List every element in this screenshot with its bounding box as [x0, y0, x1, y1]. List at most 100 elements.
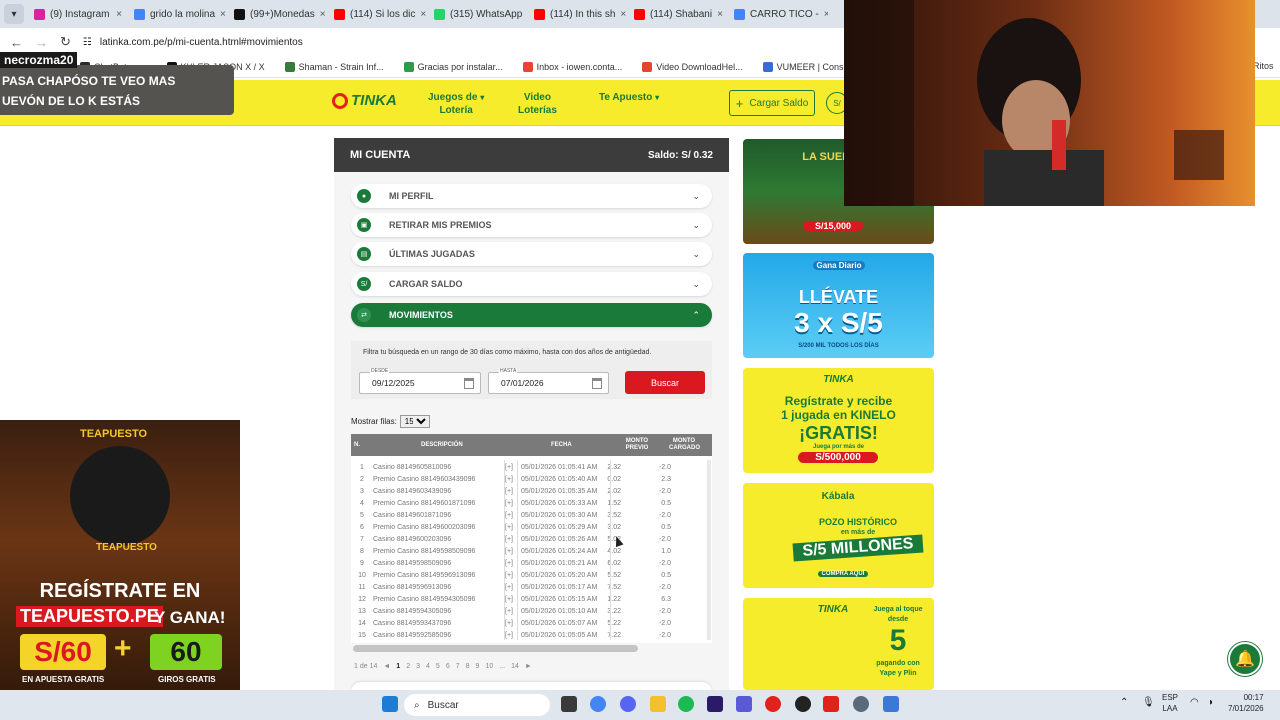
- snipping-icon[interactable]: [883, 696, 899, 712]
- folder-icon[interactable]: [650, 696, 666, 712]
- pager-page[interactable]: 10: [485, 663, 493, 670]
- section-cargar-saldo[interactable]: S/CARGAR SALDO ⌄: [351, 272, 712, 296]
- pager-page[interactable]: 7: [456, 663, 460, 670]
- chrome-icon[interactable]: [590, 696, 606, 712]
- browser-tab[interactable]: (114) Si los dic ×: [328, 2, 428, 26]
- settings-icon[interactable]: [853, 696, 869, 712]
- notification-bell-button[interactable]: 🔔: [1228, 642, 1262, 676]
- table-vertical-scrollbar[interactable]: [707, 460, 711, 640]
- browser-tab[interactable]: (9) Instagram ×: [28, 2, 128, 26]
- premiere-icon[interactable]: [707, 696, 723, 712]
- teams-icon[interactable]: [736, 696, 752, 712]
- obs-icon[interactable]: [795, 696, 811, 712]
- cell-plus[interactable]: [+]: [505, 464, 513, 471]
- cell-plus[interactable]: [+]: [505, 548, 513, 555]
- wifi-icon[interactable]: ◠: [1190, 697, 1199, 708]
- pager-page[interactable]: 6: [446, 663, 450, 670]
- tab-search-button[interactable]: ▾: [4, 4, 24, 24]
- close-tab-icon[interactable]: ×: [420, 9, 426, 20]
- taskbar-search[interactable]: ⌕ Buscar: [404, 694, 550, 716]
- ad-banner-gana-diario[interactable]: Gana Diario LLÉVATE 3 x S/5 S/200 MIL TO…: [743, 253, 934, 358]
- section-ultimas-jugadas[interactable]: ▤ ÚLTIMAS JUGADAS ⌄: [351, 242, 712, 266]
- close-tab-icon[interactable]: ×: [824, 9, 828, 20]
- back-icon[interactable]: ←: [10, 35, 23, 50]
- spotify-icon[interactable]: [678, 696, 694, 712]
- teapuesto-ad-banner[interactable]: TEAPUESTO TEAPUESTO REGÍSTRATE EN TEAPUE…: [0, 420, 240, 720]
- browser-tab[interactable]: grido la molina ×: [128, 2, 228, 26]
- browser-tab[interactable]: CARRO TICO - ×: [728, 2, 828, 26]
- volume-icon[interactable]: ◗: [1208, 697, 1214, 708]
- app-t-icon[interactable]: [823, 696, 839, 712]
- forward-icon[interactable]: →: [35, 35, 48, 50]
- cell-plus[interactable]: [+]: [505, 632, 513, 639]
- cargar-saldo-button[interactable]: + Cargar Saldo: [729, 90, 815, 116]
- nav-video-loterias[interactable]: Video Loterías: [518, 91, 557, 117]
- cell-plus[interactable]: [+]: [505, 596, 513, 603]
- close-tab-icon[interactable]: ×: [620, 9, 626, 20]
- close-tab-icon[interactable]: ×: [116, 9, 122, 20]
- bookmarks-overflow[interactable]: Ritos: [1253, 61, 1274, 71]
- ad-banner-yape-plin[interactable]: TINKA Juega al toque desde 5 pagando con…: [743, 598, 934, 690]
- calendar-icon[interactable]: [464, 378, 474, 389]
- pager-page[interactable]: 3: [416, 663, 420, 670]
- cell-plus[interactable]: [+]: [505, 536, 513, 543]
- nav-te-apuesto[interactable]: Te Apuesto ▾: [599, 91, 659, 104]
- microphone-icon[interactable]: 🎙: [1142, 697, 1155, 708]
- section-mi-perfil[interactable]: ● MI PERFIL ⌄: [351, 184, 712, 208]
- reload-icon[interactable]: ↻: [60, 34, 71, 50]
- calendar-icon[interactable]: [592, 378, 602, 389]
- taskbar-clock[interactable]: 00:17 7/01/2026: [1228, 692, 1264, 714]
- cell-plus[interactable]: [+]: [505, 608, 513, 615]
- bookmark-item[interactable]: Gracias por instalar...: [403, 61, 503, 72]
- windows-start-icon[interactable]: [382, 696, 398, 712]
- url-text[interactable]: latinka.com.pe/p/mi-cuenta.html#movimien…: [100, 37, 303, 48]
- hasta-date-field[interactable]: HASTA 07/01/2026: [488, 368, 609, 394]
- cell-plus[interactable]: [+]: [505, 512, 513, 519]
- cell-plus[interactable]: [+]: [505, 500, 513, 507]
- nav-juegos-loteria[interactable]: Juegos de ▾ Lotería: [428, 91, 484, 117]
- pager-page[interactable]: 8: [466, 663, 470, 670]
- tab-label: CARRO TICO -: [750, 8, 819, 20]
- pager-page[interactable]: 5: [436, 663, 440, 670]
- pager-last[interactable]: 14: [511, 663, 519, 670]
- section-retirar-premios[interactable]: ▣ RETIRAR MIS PREMIOS ⌄: [351, 213, 712, 237]
- cell-plus[interactable]: [+]: [505, 488, 513, 495]
- browser-tab[interactable]: (315) WhatsApp×: [428, 2, 528, 26]
- discord-icon[interactable]: [620, 696, 636, 712]
- buscar-button[interactable]: Buscar: [625, 371, 705, 394]
- cell-plus[interactable]: [+]: [505, 584, 513, 591]
- bookmark-item[interactable]: Inbox - iowen.conta...: [522, 61, 622, 72]
- browser-tab[interactable]: (114) Shabani ×: [628, 2, 728, 26]
- browser-tab[interactable]: (114) In this sh ×: [528, 2, 628, 26]
- file-explorer-icon[interactable]: [561, 696, 577, 712]
- language-indicator[interactable]: ESP LAA: [1162, 692, 1178, 714]
- opera-icon[interactable]: [765, 696, 781, 712]
- cell-plus[interactable]: [+]: [505, 572, 513, 579]
- cell-plus[interactable]: [+]: [505, 620, 513, 627]
- pager-prev[interactable]: ◄: [383, 663, 390, 670]
- close-tab-icon[interactable]: ×: [717, 9, 723, 20]
- pager-page[interactable]: 2: [406, 663, 410, 670]
- tab-label: (114) Shabani: [650, 8, 713, 20]
- cell-plus[interactable]: [+]: [505, 476, 513, 483]
- site-info-icon[interactable]: ☷: [83, 37, 92, 48]
- desde-date-field[interactable]: DESDE 09/12/2025: [359, 368, 481, 394]
- pager-page[interactable]: 1: [396, 663, 400, 670]
- pager-page[interactable]: 9: [476, 663, 480, 670]
- cell-plus[interactable]: [+]: [505, 524, 513, 531]
- rows-per-page-select[interactable]: 15: [399, 415, 430, 428]
- bookmark-item[interactable]: Video DownloadHel...: [642, 61, 743, 72]
- pager-next[interactable]: ►: [525, 663, 532, 670]
- browser-tab[interactable]: (99+)Monedas ×: [228, 2, 328, 26]
- pager-page[interactable]: 4: [426, 663, 430, 670]
- tray-chevron-icon[interactable]: ⌃: [1120, 697, 1128, 708]
- section-movimientos[interactable]: ⇄ MOVIMIENTOS ⌃: [351, 303, 712, 327]
- close-tab-icon[interactable]: ×: [320, 9, 326, 20]
- tinka-logo[interactable]: TINKA: [332, 92, 397, 109]
- ad-banner-kinelo[interactable]: TINKA Regístrate y recibe 1 jugada en KI…: [743, 368, 934, 473]
- table-horizontal-scrollbar[interactable]: [353, 645, 638, 652]
- ad-banner-kabala[interactable]: Kábala POZO HISTÓRICO en más de S/5 MILL…: [743, 483, 934, 588]
- close-tab-icon[interactable]: ×: [220, 9, 226, 20]
- bookmark-item[interactable]: Shaman - Strain Inf...: [284, 61, 384, 72]
- cell-plus[interactable]: [+]: [505, 560, 513, 567]
